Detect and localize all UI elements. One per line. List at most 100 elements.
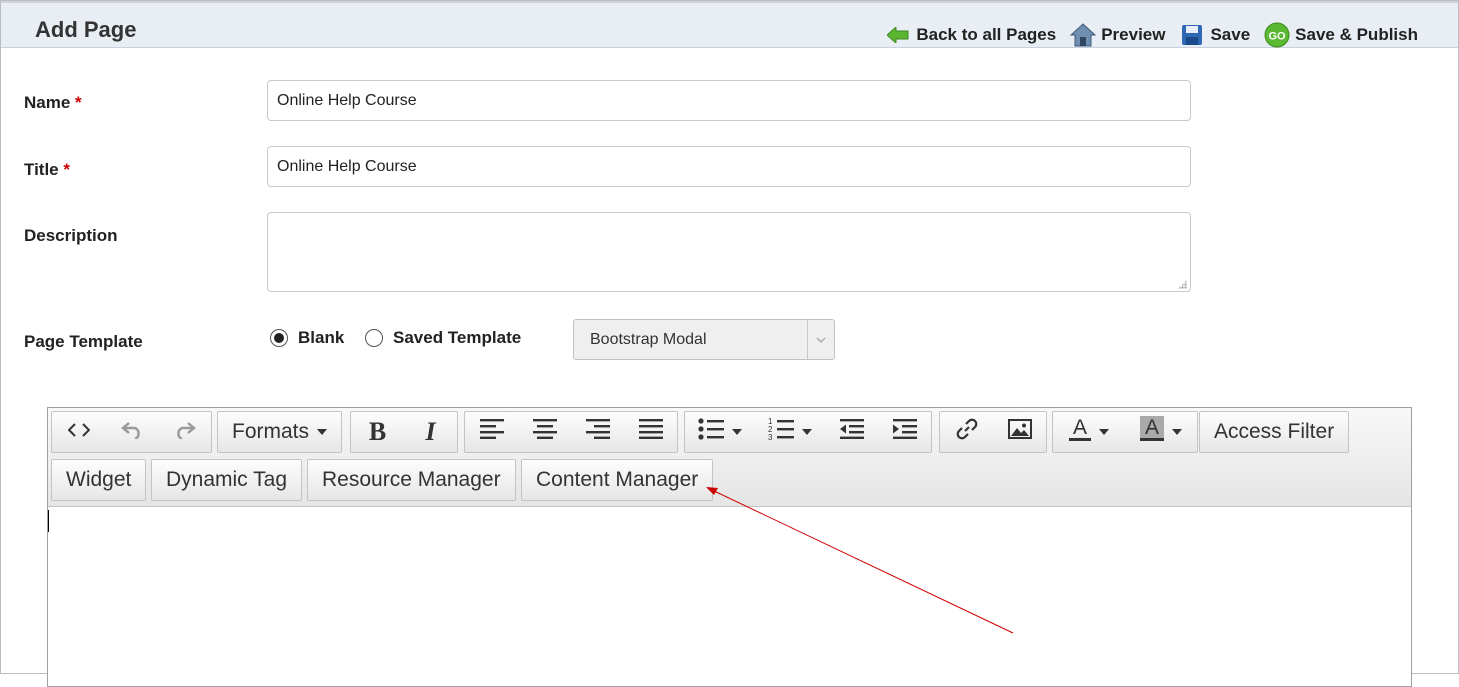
caret-down-icon	[317, 429, 328, 435]
background-color-button[interactable]: A	[1125, 412, 1197, 452]
radio-blank-control[interactable]	[270, 329, 288, 347]
go-icon: GO	[1264, 22, 1290, 48]
align-center-button[interactable]	[518, 412, 571, 452]
back-to-all-pages-button[interactable]: Back to all Pages	[885, 22, 1056, 48]
save-button[interactable]: Save	[1179, 22, 1250, 48]
svg-text:A: A	[1145, 416, 1159, 439]
toolbar-group-insert	[939, 411, 1047, 453]
align-right-button[interactable]	[571, 412, 624, 452]
radio-blank-label: Blank	[298, 328, 345, 347]
formats-label: Formats	[232, 420, 310, 443]
dynamic-tag-button[interactable]: Dynamic Tag	[152, 460, 301, 500]
text-color-icon: A	[1069, 416, 1091, 448]
redo-icon	[174, 419, 196, 445]
caret-down-icon	[732, 429, 742, 435]
access-filter-button[interactable]: Access Filter	[1200, 412, 1348, 452]
preview-house-icon	[1070, 22, 1097, 48]
code-icon	[67, 420, 90, 444]
align-left-button[interactable]	[465, 412, 518, 452]
justify-button[interactable]	[624, 412, 677, 452]
formats-dropdown[interactable]: Formats	[218, 412, 341, 452]
resource-manager-button[interactable]: Resource Manager	[308, 460, 515, 500]
back-arrow-icon	[885, 22, 911, 48]
back-to-all-pages-label: Back to all Pages	[916, 25, 1057, 44]
text-color-button[interactable]: A	[1053, 412, 1125, 452]
toolbar-group-history	[51, 411, 212, 453]
italic-button[interactable]: I	[404, 412, 457, 452]
toolbar-group-dynamic-tag: Dynamic Tag	[151, 459, 302, 501]
italic-icon: I	[425, 417, 436, 446]
outdent-icon	[839, 419, 864, 445]
justify-icon	[638, 419, 663, 445]
rich-text-editor: Formats B I 1 2 3 A A Access Filter Widg…	[47, 407, 1412, 687]
toolbar-group-access: Access Filter	[1199, 411, 1350, 453]
editor-toolbar: Formats B I 1 2 3 A A Access Filter Widg…	[48, 408, 1411, 507]
numbered-list-button[interactable]: 123	[755, 412, 825, 452]
name-label: Name *	[24, 93, 82, 112]
name-input[interactable]	[267, 80, 1191, 121]
toolbar-group-text-style: B I	[350, 411, 458, 453]
toolbar-group-formats: Formats	[217, 411, 343, 453]
toolbar-group-widget: Widget	[51, 459, 147, 501]
background-color-icon: A	[1140, 416, 1164, 448]
source-code-button[interactable]	[52, 412, 105, 452]
description-textarea[interactable]	[267, 212, 1191, 292]
caret-down-icon	[802, 429, 812, 435]
title-label: Title *	[24, 160, 70, 179]
chevron-down-icon[interactable]	[807, 320, 834, 359]
template-select[interactable]: Bootstrap Modal	[573, 319, 835, 360]
caret-down-icon	[1172, 429, 1182, 435]
bold-icon: B	[368, 417, 387, 446]
preview-button[interactable]: Preview	[1070, 22, 1165, 48]
radio-saved-template-label: Saved Template	[393, 328, 522, 347]
page-header: Add Page Back to all Pages Preview Save …	[1, 1, 1458, 48]
radio-saved-template-control[interactable]	[365, 329, 383, 347]
toolbar-group-alignment	[464, 411, 678, 453]
indent-icon	[892, 419, 917, 445]
template-select-value: Bootstrap Modal	[590, 331, 707, 348]
outdent-button[interactable]	[825, 412, 878, 452]
redo-button[interactable]	[158, 412, 211, 452]
save-and-publish-label: Save & Publish	[1295, 25, 1418, 44]
description-wrapper	[267, 212, 1191, 292]
required-marker: *	[75, 93, 82, 112]
text-cursor	[48, 510, 49, 532]
caret-down-icon	[1099, 429, 1109, 435]
toolbar-group-content-manager: Content Manager	[521, 459, 714, 501]
title-input[interactable]	[267, 146, 1191, 187]
svg-text:GO: GO	[1269, 31, 1287, 43]
page-title: Add Page	[35, 17, 137, 42]
floppy-disk-icon	[1179, 22, 1205, 48]
save-label: Save	[1210, 25, 1251, 44]
page-template-label: Page Template	[24, 332, 143, 351]
align-right-icon	[585, 419, 610, 445]
widget-button[interactable]: Widget	[52, 460, 145, 500]
svg-text:A: A	[1073, 416, 1087, 439]
bullet-list-icon	[698, 418, 724, 446]
insert-link-button[interactable]	[940, 412, 993, 452]
svg-text:3: 3	[768, 433, 773, 441]
header-actions: Back to all Pages Preview Save GO Save &…	[871, 22, 1418, 48]
toolbar-group-resource-manager: Resource Manager	[307, 459, 516, 501]
radio-saved-template[interactable]: Saved Template	[365, 328, 521, 348]
editor-content-area[interactable]	[48, 506, 1411, 686]
link-icon	[955, 417, 979, 447]
content-manager-button[interactable]: Content Manager	[522, 460, 712, 500]
image-icon	[1007, 419, 1032, 445]
bullet-list-button[interactable]	[685, 412, 755, 452]
align-left-icon	[479, 419, 504, 445]
required-marker: *	[63, 160, 70, 179]
radio-blank[interactable]: Blank	[270, 328, 344, 348]
save-and-publish-button[interactable]: GO Save & Publish	[1264, 22, 1418, 48]
align-center-icon	[532, 419, 557, 445]
bold-button[interactable]: B	[351, 412, 404, 452]
insert-image-button[interactable]	[993, 412, 1046, 452]
toolbar-group-colors: A A	[1052, 411, 1198, 453]
undo-button[interactable]	[105, 412, 158, 452]
toolbar-group-lists: 123	[684, 411, 932, 453]
preview-label: Preview	[1101, 25, 1166, 44]
undo-icon	[120, 419, 143, 445]
description-label: Description	[24, 226, 118, 245]
numbered-list-icon: 123	[768, 417, 794, 447]
indent-button[interactable]	[878, 412, 931, 452]
